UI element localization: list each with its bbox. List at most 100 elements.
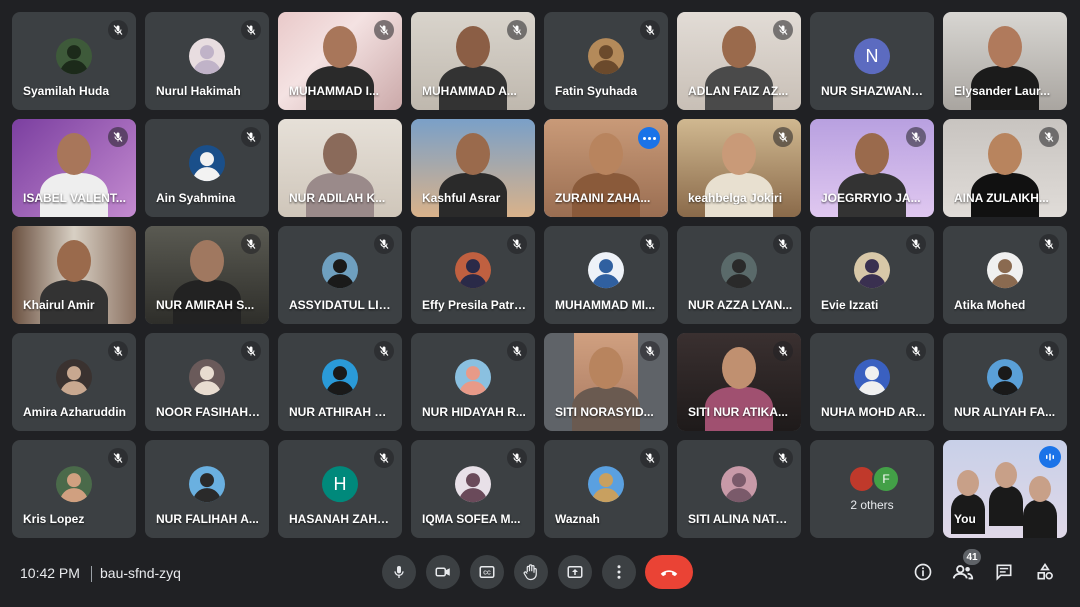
face (456, 26, 490, 68)
avatar-head (732, 473, 746, 488)
avatar-body (991, 381, 1019, 396)
more-options-button[interactable] (602, 555, 636, 589)
more-options-icon[interactable] (638, 127, 660, 149)
participant-tile[interactable]: Elysander Laur... (943, 12, 1067, 110)
avatar-head (67, 366, 81, 381)
avatar-head (732, 259, 746, 274)
participant-tile[interactable]: Atika Mohed (943, 226, 1067, 324)
avatar (987, 359, 1023, 396)
face (957, 470, 979, 496)
others-count-label: 2 others (850, 498, 894, 512)
participant-tile[interactable]: AINA ZULAIKH... (943, 119, 1067, 217)
avatar-head (865, 366, 879, 381)
participant-tile[interactable]: SITI NUR ATIKA... (677, 333, 801, 431)
participant-tile[interactable]: N NUR SHAZWANI ... (810, 12, 934, 110)
raise-hand-button[interactable] (514, 555, 548, 589)
meeting-details-button[interactable] (911, 560, 935, 584)
leave-call-button[interactable] (645, 555, 693, 589)
participant-tile[interactable]: MUHAMMAD I... (278, 12, 402, 110)
participant-name: NUR SHAZWANI ... (821, 84, 926, 98)
participant-name: Syamilah Huda (23, 84, 110, 98)
participant-tile[interactable]: NUR HIDAYAH R... (411, 333, 535, 431)
avatar (322, 252, 358, 289)
participant-tile[interactable]: NUHA MOHD AR... (810, 333, 934, 431)
participant-name: MUHAMMAD A... (422, 84, 517, 98)
muted-mic-icon (241, 127, 261, 147)
avatar (854, 252, 890, 289)
participant-name: SITI NORASYID... (555, 405, 654, 419)
participant-tile[interactable]: Waznah (544, 440, 668, 538)
participant-tile[interactable]: MUHAMMAD A... (411, 12, 535, 110)
muted-mic-icon (640, 448, 660, 468)
participant-tile[interactable]: keahbelga Jokiri (677, 119, 801, 217)
avatar-body (459, 488, 487, 503)
participant-tile[interactable]: SITI NORASYID... (544, 333, 668, 431)
participant-name: SITI NUR ATIKA... (688, 405, 788, 419)
participant-tile[interactable]: NUR AMIRAH S... (145, 226, 269, 324)
avatar (56, 466, 92, 503)
muted-mic-icon (507, 234, 527, 254)
participant-tile[interactable]: NUR ADILAH K... (278, 119, 402, 217)
microphone-button[interactable] (382, 555, 416, 589)
participant-tile[interactable]: NUR FALIHAH A... (145, 440, 269, 538)
face (57, 240, 91, 282)
chat-button[interactable] (992, 560, 1016, 584)
participant-tile[interactable]: MUHAMMAD MI... (544, 226, 668, 324)
participant-tile[interactable]: Nurul Hakimah (145, 12, 269, 110)
avatar (189, 38, 225, 75)
activities-button[interactable] (1033, 560, 1057, 584)
participant-tile[interactable]: NUR ATHIRAH M... (278, 333, 402, 431)
avatar-head (466, 259, 480, 274)
participant-tile[interactable]: ISABEL VALENT... (12, 119, 136, 217)
captions-icon: CC (479, 566, 495, 578)
avatar-head (599, 259, 613, 274)
avatar-body (193, 167, 221, 182)
participant-name: Waznah (555, 512, 600, 526)
muted-mic-icon (773, 234, 793, 254)
muted-mic-icon (241, 20, 261, 40)
avatar (721, 252, 757, 289)
participant-name: Kris Lopez (23, 512, 85, 526)
participant-tile[interactable]: ADLAN FAIZ AZ... (677, 12, 801, 110)
participant-tile[interactable]: Ain Syahmina (145, 119, 269, 217)
muted-mic-icon (507, 341, 527, 361)
avatar-head (200, 152, 214, 167)
avatar-body (858, 274, 886, 289)
others-tile[interactable]: F 2 others (810, 440, 934, 538)
participant-tile[interactable]: Amira Azharuddin (12, 333, 136, 431)
participant-tile[interactable]: Khairul Amir (12, 226, 136, 324)
participant-name: NUR ADILAH K... (289, 191, 386, 205)
participant-tile[interactable]: Syamilah Huda (12, 12, 136, 110)
muted-mic-icon (773, 20, 793, 40)
muted-mic-icon (507, 20, 527, 40)
participant-tile[interactable]: Fatin Syuhada (544, 12, 668, 110)
participant-tile[interactable]: JOEGRRYIO JA... (810, 119, 934, 217)
participant-tile[interactable]: NOOR FASIHAH ... (145, 333, 269, 431)
face (722, 347, 756, 389)
avatar (455, 252, 491, 289)
participant-tile[interactable]: SITI ALINA NATA... (677, 440, 801, 538)
avatar-head (200, 45, 214, 60)
participant-tile[interactable]: ZURAINI ZAHA... (544, 119, 668, 217)
face (323, 133, 357, 175)
face (995, 462, 1017, 488)
captions-button[interactable]: CC (470, 555, 504, 589)
participant-tile[interactable]: IQMA SOFEA M... (411, 440, 535, 538)
participant-tile[interactable]: Kashful Asrar (411, 119, 535, 217)
present-button[interactable] (558, 555, 592, 589)
participant-tile[interactable]: NUR AZZA LYAN... (677, 226, 801, 324)
participant-tile[interactable]: Effy Presila Patri... (411, 226, 535, 324)
participant-tile[interactable]: Kris Lopez (12, 440, 136, 538)
camera-button[interactable] (426, 555, 460, 589)
participant-tile[interactable]: Evie Izzati (810, 226, 934, 324)
muted-mic-icon (108, 127, 128, 147)
muted-mic-icon (507, 448, 527, 468)
muted-mic-icon (640, 341, 660, 361)
avatar-head (599, 473, 613, 488)
avatar (588, 466, 624, 503)
participant-tile[interactable]: H HASANAH ZAHA... (278, 440, 402, 538)
participant-tile[interactable]: NUR ALIYAH FA... (943, 333, 1067, 431)
participant-tile[interactable]: ASSYIDATUL LIY... (278, 226, 402, 324)
face (988, 133, 1022, 175)
self-video-tile[interactable]: You (943, 440, 1067, 538)
